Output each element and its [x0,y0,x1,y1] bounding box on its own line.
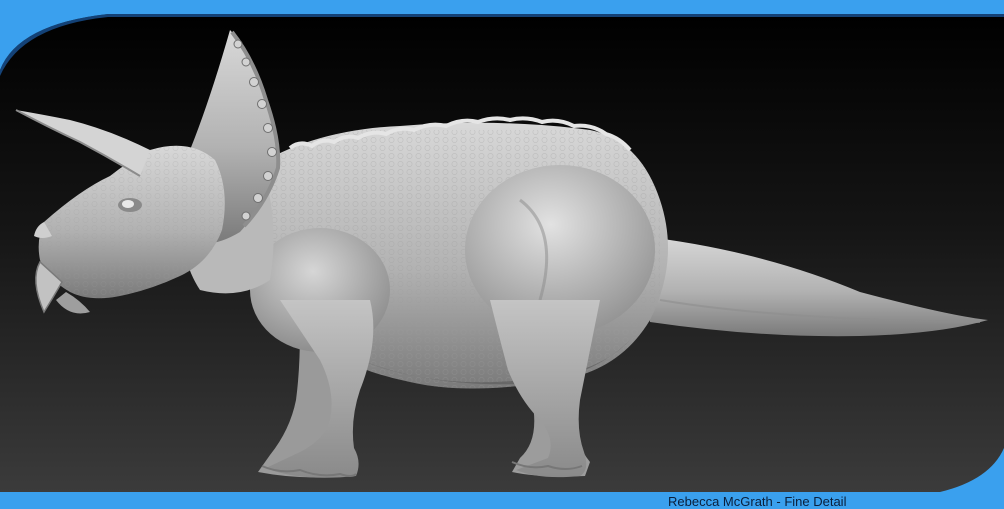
caption: Rebecca McGrath - Fine Detail [668,494,847,509]
blue-frame [0,0,1004,509]
